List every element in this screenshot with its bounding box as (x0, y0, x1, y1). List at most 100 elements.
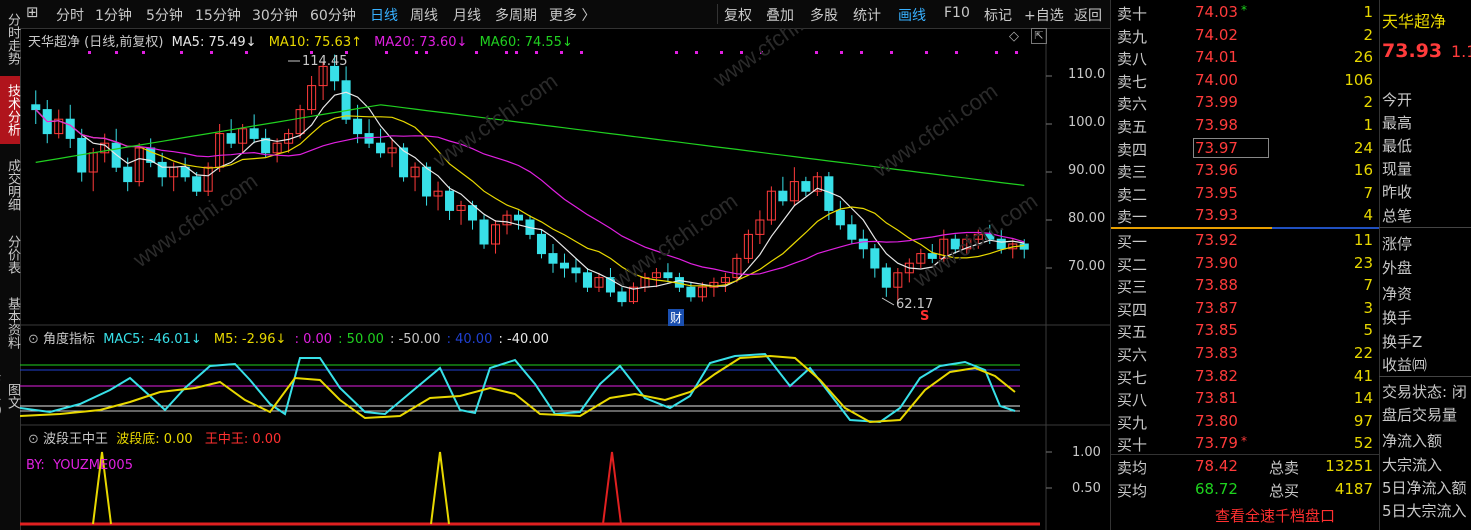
order-price: 73.92 (1195, 231, 1238, 249)
order-level-label: 卖八 (1117, 50, 1148, 69)
expand-icon[interactable]: ⇱ (1031, 28, 1047, 44)
info-row-label: 收益㈣ (1382, 356, 1428, 374)
bid-row[interactable]: 买九 73.80 97 (1111, 410, 1379, 433)
period-1min[interactable]: 1分钟 (95, 5, 132, 25)
tab-trade-details[interactable]: 成交明细 (0, 152, 20, 218)
order-level-label: 卖六 (1117, 95, 1148, 114)
candle-body (157, 161, 167, 178)
period-60min[interactable]: 60分钟 (310, 5, 356, 25)
m5-line (20, 354, 1016, 424)
book-summary-row: 卖均 78.42 总卖 13251 (1111, 455, 1379, 478)
candle-body (65, 118, 75, 139)
level-neg40-label: : -40.00 (498, 332, 549, 347)
ask-row[interactable]: 卖十 74.03 * 1 (1111, 1, 1379, 24)
bid-row[interactable]: 买四 73.87 3 (1111, 297, 1379, 320)
bid-row[interactable]: 买三 73.88 7 (1111, 274, 1379, 297)
candle-body (341, 80, 351, 120)
bid-row[interactable]: 买六 73.83 22 (1111, 342, 1379, 365)
author-label: BY: YOUZME005 (26, 458, 133, 473)
high-price-label: 114.45 (302, 54, 348, 69)
info-divider (1379, 376, 1471, 377)
signal-dot (425, 51, 428, 54)
period-monthly[interactable]: 月线 (453, 5, 481, 25)
tool-adjust[interactable]: 复权 (724, 5, 752, 25)
period-weekly[interactable]: 周线 (410, 5, 438, 25)
signal-dot (580, 51, 583, 54)
y-tick-100: 100.0 (1068, 115, 1106, 130)
info-row-label: 5日大宗流入 (1382, 502, 1467, 520)
tool-statistics[interactable]: 统计 (853, 5, 881, 25)
chart-area: www.cfchi.com www.cfchi.com www.cfchi.com w… (20, 28, 1110, 530)
period-more[interactable]: 更多 〉 (549, 5, 595, 25)
candle-body (548, 253, 558, 264)
order-price: 73.98 (1195, 116, 1238, 134)
tool-multi-stock[interactable]: 多股 (810, 5, 838, 25)
order-volume: 11 (1353, 231, 1373, 249)
candle-body (479, 219, 489, 245)
ask-row[interactable]: 卖八 74.01 26 (1111, 46, 1379, 69)
tool-back[interactable]: 返回 (1074, 5, 1102, 25)
ma20-label: MA20: 73.60↓ (374, 35, 468, 50)
period-5min[interactable]: 5分钟 (146, 5, 183, 25)
tab-f10[interactable]: 图文F10 (0, 366, 20, 426)
ask-row[interactable]: 卖九 74.02 2 (1111, 24, 1379, 47)
ask-row[interactable]: 卖七 74.00 106 (1111, 69, 1379, 92)
candle-body (559, 262, 570, 269)
tool-mark[interactable]: 标记 (984, 5, 1012, 25)
tool-overlay[interactable]: 叠加 (766, 5, 794, 25)
period-15min[interactable]: 15分钟 (195, 5, 241, 25)
period-multi[interactable]: 多周期 (495, 5, 537, 25)
tab-basic-info[interactable]: 基本资料 (0, 290, 20, 356)
tool-f10[interactable]: F10 (944, 5, 970, 21)
signal-dot (815, 51, 818, 54)
order-volume: 1 (1363, 116, 1373, 134)
info-row-label: 现量 (1382, 160, 1413, 178)
y-tick-80: 80.00 (1068, 211, 1106, 226)
financial-report-marker[interactable]: 财 (668, 309, 685, 326)
info-row-label: 换手Z (1382, 333, 1423, 351)
ask-row[interactable]: 卖四 73.97 24 (1111, 137, 1379, 160)
tab-technical-analysis[interactable]: 技术分析 (0, 76, 20, 144)
full-depth-link[interactable]: 查看全速千档盘口 (1215, 505, 1335, 526)
signal-dot (115, 51, 118, 54)
candle-body (376, 142, 386, 154)
signal-dot (505, 51, 508, 54)
order-level-label: 买六 (1117, 346, 1148, 364)
order-volume: 106 (1344, 70, 1373, 89)
bid-row[interactable]: 买八 73.81 14 (1111, 387, 1379, 410)
info-row-label: 大宗流入 (1382, 456, 1443, 474)
ask-row[interactable]: 卖五 73.98 1 (1111, 114, 1379, 137)
indicator2-collapse-icon[interactable]: ⊙ (28, 432, 39, 447)
order-volume: 16 (1353, 161, 1373, 180)
level-0-label: : 0.00 (294, 332, 333, 347)
avg-label: 卖均 (1117, 459, 1148, 477)
ma60-label: MA60: 74.55↓ (479, 35, 573, 50)
bid-row[interactable]: 买七 73.82 41 (1111, 365, 1379, 388)
avg-label: 买均 (1117, 482, 1148, 500)
king-label: 王中王: 0.00 (204, 432, 282, 447)
ask-row[interactable]: 卖六 73.99 2 (1111, 91, 1379, 114)
period-30min[interactable]: 30分钟 (252, 5, 298, 25)
indicator1-legend: ⊙ 角度指标 MAC5: -46.01↓ M5: -2.96↓ : 0.00 :… (28, 328, 549, 347)
period-daily[interactable]: 日线 (370, 5, 398, 25)
grid-icon[interactable]: ⊞ (26, 3, 39, 21)
info-row-label: 外盘 (1382, 259, 1413, 277)
ask-row[interactable]: 卖二 73.95 7 (1111, 182, 1379, 205)
order-price: 74.03 (1195, 3, 1238, 21)
bid-row[interactable]: 买二 73.90 23 (1111, 252, 1379, 275)
indicator1-collapse-icon[interactable]: ⊙ (28, 332, 39, 347)
indicator2-legend: ⊙ 波段王中王 波段底: 0.00 王中王: 0.00 (28, 428, 281, 447)
ask-row[interactable]: 卖一 73.93 4 (1111, 204, 1379, 227)
tool-draw-line[interactable]: 画线 (898, 5, 926, 25)
tab-price-table[interactable]: 分价表 (0, 228, 20, 280)
order-volume: 2 (1363, 25, 1373, 44)
period-timeshare[interactable]: 分时 (56, 5, 84, 25)
bid-row[interactable]: 买一 73.92 11 (1111, 229, 1379, 252)
bid-row[interactable]: 买十 73.79 * 52 (1111, 432, 1379, 455)
tab-timeshare[interactable]: 分时走势 (0, 8, 20, 70)
ask-row[interactable]: 卖三 73.96 16 (1111, 159, 1379, 182)
order-price: 73.88 (1195, 276, 1238, 295)
tool-add-favorite[interactable]: +自选 (1024, 5, 1064, 25)
bid-row[interactable]: 买五 73.85 5 (1111, 319, 1379, 342)
diamond-icon[interactable]: ◇ (1009, 29, 1019, 44)
